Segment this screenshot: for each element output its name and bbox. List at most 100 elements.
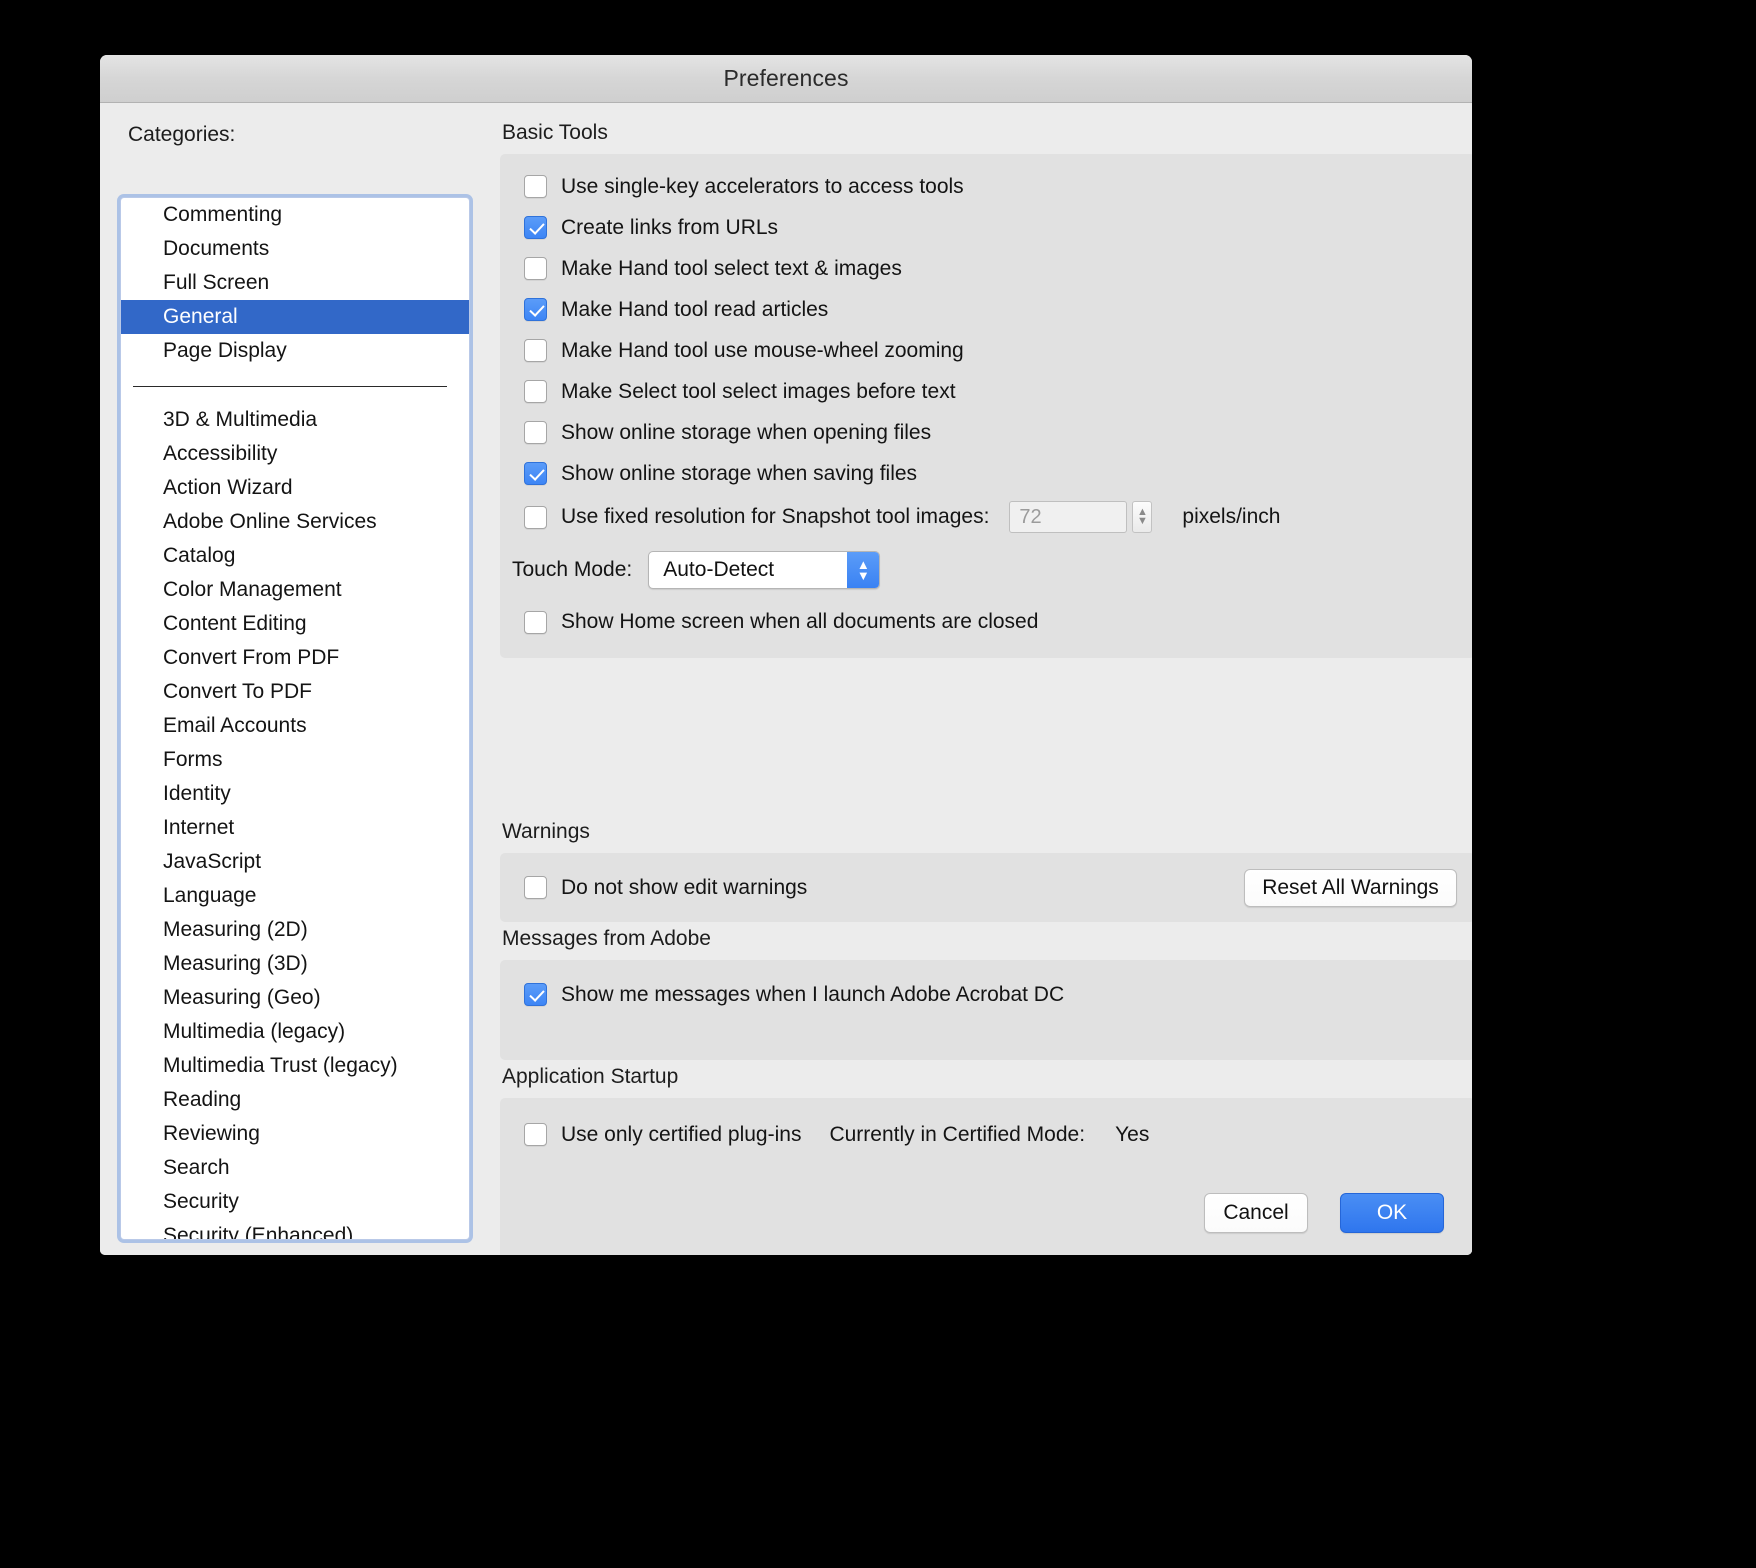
categories-label: Categories: (128, 123, 236, 146)
basic-tools-row: Use single-key accelerators to access to… (500, 166, 1472, 207)
cancel-button[interactable]: Cancel (1204, 1193, 1308, 1233)
sidebar-item-full-screen[interactable]: Full Screen (121, 266, 469, 300)
dialog-footer: Cancel OK (1204, 1193, 1444, 1233)
sidebar-item-language[interactable]: Language (121, 879, 469, 913)
basic-tools-row: Show online storage when saving files (500, 453, 1472, 494)
sidebar-item-content-editing[interactable]: Content Editing (121, 607, 469, 641)
chevron-down-icon: ▼ (1136, 515, 1148, 527)
sidebar-item-convert-from-pdf[interactable]: Convert From PDF (121, 641, 469, 675)
basic-tools-checkbox-label: Make Select tool select images before te… (561, 379, 956, 403)
sidebar-item-multimedia-legacy[interactable]: Multimedia (legacy) (121, 1015, 469, 1049)
touch-mode-label: Touch Mode: (512, 558, 633, 581)
basic-tools-checkbox[interactable] (524, 257, 547, 280)
window-title: Preferences (723, 65, 849, 91)
basic-tools-checkbox-label: Make Hand tool select text & images (561, 256, 902, 280)
sidebar-item-email-accounts[interactable]: Email Accounts (121, 709, 469, 743)
sidebar-item-general[interactable]: General (121, 300, 469, 334)
basic-tools-checkbox-list: Use single-key accelerators to access to… (500, 166, 1472, 494)
basic-tools-checkbox[interactable] (524, 421, 547, 444)
sidebar-item-color-management[interactable]: Color Management (121, 573, 469, 607)
fixed-resolution-label: Use fixed resolution for Snapshot tool i… (561, 505, 990, 528)
adobe-messages-checkbox[interactable] (524, 983, 547, 1006)
settings-pane: Basic Tools Use single-key accelerators … (500, 103, 1472, 1255)
basic-tools-checkbox[interactable] (524, 298, 547, 321)
basic-tools-checkbox[interactable] (524, 216, 547, 239)
basic-tools-row: Make Hand tool use mouse-wheel zooming (500, 330, 1472, 371)
sidebar-item-javascript[interactable]: JavaScript (121, 845, 469, 879)
reset-all-warnings-button[interactable]: Reset All Warnings (1244, 868, 1457, 907)
basic-tools-checkbox-label: Show online storage when saving files (561, 461, 918, 485)
edit-warnings-row: Do not show edit warnings (500, 876, 807, 900)
touch-mode-select[interactable]: Auto-Detect ▲ ▼ (648, 551, 881, 589)
preferences-dialog: Preferences Categories: Commenting Docume… (100, 55, 1472, 1255)
basic-tools-group: Use single-key accelerators to access to… (500, 154, 1472, 658)
sidebar-item-forms[interactable]: Forms (121, 743, 469, 777)
sidebar-item-measuring-2d[interactable]: Measuring (2D) (121, 913, 469, 947)
certified-plugins-label: Use only certified plug-ins (561, 1122, 802, 1146)
basic-tools-title: Basic Tools (502, 121, 608, 144)
home-screen-label: Show Home screen when all documents are … (561, 610, 1039, 633)
adobe-messages-label: Show me messages when I launch Adobe Acr… (561, 982, 1065, 1006)
touch-mode-row: Touch Mode: Auto-Detect ▲ ▼ (500, 540, 1472, 600)
categories-listbox[interactable]: Commenting Documents Full Screen General Pag… (120, 197, 470, 1240)
edit-warnings-label: Do not show edit warnings (561, 875, 808, 899)
basic-tools-checkbox-label: Make Hand tool use mouse-wheel zooming (561, 338, 964, 362)
home-screen-row: Show Home screen when all documents are … (500, 600, 1472, 644)
sidebar-item-measuring-3d[interactable]: Measuring (3D) (121, 947, 469, 981)
sidebar-item-internet[interactable]: Internet (121, 811, 469, 845)
edit-warnings-checkbox[interactable] (524, 876, 547, 899)
categories-list: Commenting Documents Full Screen General Pag… (121, 198, 469, 1239)
basic-tools-row: Make Hand tool select text & images (500, 248, 1472, 289)
touch-mode-value: Auto-Detect (663, 558, 775, 581)
sidebar-item-commenting[interactable]: Commenting (121, 198, 469, 232)
window-titlebar: Preferences (100, 55, 1472, 103)
sidebar-item-catalog[interactable]: Catalog (121, 539, 469, 573)
basic-tools-row: Make Hand tool read articles (500, 289, 1472, 330)
fixed-resolution-checkbox[interactable] (524, 505, 547, 529)
sidebar-item-documents[interactable]: Documents (121, 232, 469, 266)
basic-tools-row: Make Select tool select images before te… (500, 371, 1472, 412)
resolution-input[interactable]: 72 (1009, 501, 1128, 533)
basic-tools-checkbox[interactable] (524, 462, 547, 485)
sidebar-item-convert-to-pdf[interactable]: Convert To PDF (121, 675, 469, 709)
sidebar-item-reviewing[interactable]: Reviewing (121, 1117, 469, 1151)
categories-separator (133, 386, 447, 387)
basic-tools-row: Show online storage when opening files (500, 412, 1472, 453)
chevron-up-down-icon: ▲ ▼ (847, 552, 880, 588)
resolution-unit-label: pixels/inch (1182, 505, 1281, 528)
sidebar-item-adobe-online-services[interactable]: Adobe Online Services (121, 505, 469, 539)
sidebar-item-security[interactable]: Security (121, 1185, 469, 1219)
basic-tools-checkbox-label: Use single-key accelerators to access to… (561, 174, 964, 198)
ok-button[interactable]: OK (1340, 1193, 1444, 1233)
certified-plugins-checkbox[interactable] (524, 1123, 547, 1146)
basic-tools-checkbox-label: Create links from URLs (561, 215, 779, 239)
sidebar-item-multimedia-trust-legacy[interactable]: Multimedia Trust (legacy) (121, 1049, 469, 1083)
certified-mode-label: Currently in Certified Mode: (829, 1122, 1086, 1146)
sidebar-item-identity[interactable]: Identity (121, 777, 469, 811)
basic-tools-checkbox[interactable] (524, 380, 547, 403)
fixed-resolution-row: Use fixed resolution for Snapshot tool i… (500, 494, 1472, 540)
dialog-body: Categories: Commenting Documents Full Scre… (100, 103, 1472, 1255)
warnings-title: Warnings (502, 820, 590, 843)
basic-tools-checkbox-label: Show online storage when opening files (561, 420, 932, 444)
sidebar-item-measuring-geo[interactable]: Measuring (Geo) (121, 981, 469, 1015)
basic-tools-row: Create links from URLs (500, 207, 1472, 248)
startup-title: Application Startup (502, 1065, 679, 1088)
adobe-messages-row: Show me messages when I launch Adobe Acr… (500, 974, 1472, 1015)
sidebar-item-search[interactable]: Search (121, 1151, 469, 1185)
basic-tools-checkbox[interactable] (524, 339, 547, 362)
messages-group: Show me messages when I launch Adobe Acr… (500, 960, 1472, 1060)
sidebar-item-accessibility[interactable]: Accessibility (121, 437, 469, 471)
sidebar-item-page-display[interactable]: Page Display (121, 334, 469, 368)
sidebar-item-3d-multimedia[interactable]: 3D & Multimedia (121, 403, 469, 437)
sidebar-item-security-enhanced[interactable]: Security (Enhanced) (121, 1219, 469, 1239)
basic-tools-checkbox[interactable] (524, 175, 547, 198)
resolution-stepper[interactable]: ▲ ▼ (1132, 501, 1153, 533)
home-screen-checkbox[interactable] (524, 610, 547, 634)
basic-tools-checkbox-label: Make Hand tool read articles (561, 297, 829, 321)
sidebar-item-reading[interactable]: Reading (121, 1083, 469, 1117)
messages-title: Messages from Adobe (502, 927, 711, 950)
sidebar-item-action-wizard[interactable]: Action Wizard (121, 471, 469, 505)
certified-mode-value: Yes (1115, 1122, 1150, 1146)
certified-plugins-row: Use only certified plug-ins Currently in… (500, 1114, 1472, 1155)
